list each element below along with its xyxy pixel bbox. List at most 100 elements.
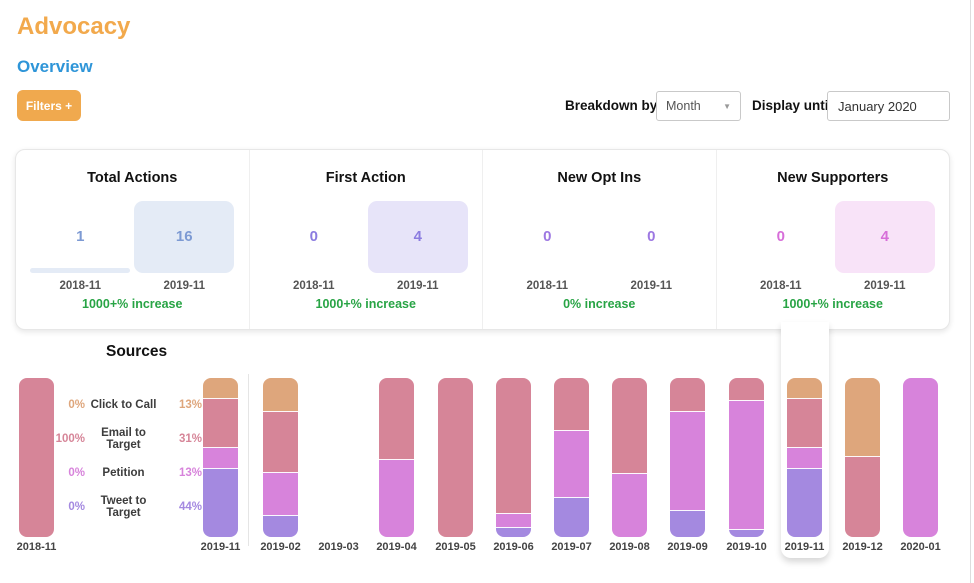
stat-mini-chart: 116 [16,201,249,273]
caret-down-icon: ▼ [723,102,731,111]
chart-section-divider [248,374,249,546]
stat-card-new-opt-ins: New Opt Ins002018-112019-110% increase [483,150,717,329]
bar-label-2018-11: 2018-11 [7,541,67,553]
bar-segment-tweet_to_target[interactable] [729,529,764,537]
stat-mini-chart: 04 [717,201,950,273]
bar-2019-11 [787,378,822,537]
sources-title: Sources [106,343,167,361]
bar-label-2020-01: 2020-01 [891,541,951,553]
stat-mini-chart: 04 [250,201,483,273]
stat-value-curr: 4 [368,201,468,273]
bar-segment-petition[interactable] [787,447,822,467]
bar-2019-09 [670,378,705,537]
bar-label-2019-09: 2019-09 [658,541,718,553]
bar-segment-tweet_to_target[interactable] [670,510,705,537]
bar-segment-petition[interactable] [670,411,705,510]
bar-segment-email_to_target[interactable] [496,378,531,513]
bar-2019-10 [729,378,764,537]
filters-button[interactable]: Filters + [17,90,81,121]
stat-value-prev: 0 [264,201,364,273]
bar-label-2019-06: 2019-06 [484,541,544,553]
legend-row-click-to-call: 0%Click to Call13% [40,388,202,422]
legend-row-tweet-to-target: 0%Tweet to Target44% [40,490,202,524]
bar-2019-02 [263,378,298,537]
legend-curr-pct: 13% [162,467,202,479]
legend-curr-pct: 44% [162,501,202,513]
sources-legend: 0%Click to Call13%100%Email to Target31%… [40,388,202,524]
breakdown-select-value: Month [666,99,701,113]
stat-mini-chart: 00 [483,201,716,273]
page-subtitle: Overview [17,57,93,77]
bar-segment-petition[interactable] [263,472,298,515]
stat-date-labels: 2018-11 2019-11 [16,280,249,292]
stat-date-label: 2018-11 [30,280,130,292]
bar-segment-tweet_to_target[interactable] [554,497,589,537]
bar-segment-email_to_target[interactable] [845,456,880,537]
stat-change-badge: 0% increase [483,297,716,311]
bar-segment-email_to_target[interactable] [19,378,54,537]
stat-card-first-action: First Action042018-112019-111000+% incre… [250,150,484,329]
bar-segment-email_to_target[interactable] [612,378,647,473]
bar-label-2019-04: 2019-04 [367,541,427,553]
legend-label: Petition [85,467,162,479]
bar-label-2019-05: 2019-05 [426,541,486,553]
bar-segment-email_to_target[interactable] [379,378,414,459]
stat-change-badge: 1000+% increase [250,297,483,311]
bar-segment-tweet_to_target[interactable] [203,468,238,537]
bar-segment-petition[interactable] [496,513,531,527]
bar-segment-petition[interactable] [903,378,938,537]
stat-title: First Action [250,170,483,186]
bar-label-2019-07: 2019-07 [542,541,602,553]
breakdown-select[interactable]: Month ▼ [656,91,741,121]
bar-segment-petition[interactable] [379,459,414,537]
bar-segment-click_to_call[interactable] [203,378,238,398]
bar-segment-petition[interactable] [554,430,589,497]
stat-column-curr: 4 [368,201,468,273]
bar-segment-click_to_call[interactable] [787,378,822,398]
bar-2019-11 [203,378,238,537]
bar-segment-click_to_call[interactable] [845,378,880,456]
bar-segment-email_to_target[interactable] [729,378,764,400]
bar-segment-email_to_target[interactable] [670,378,705,411]
bar-segment-tweet_to_target[interactable] [787,468,822,537]
stat-column-prev: 0 [264,201,364,273]
bar-2019-05 [438,378,473,537]
bar-segment-tweet_to_target[interactable] [263,515,298,537]
bar-segment-petition[interactable] [729,400,764,529]
bar-2018-11 [19,378,54,537]
bar-segment-email_to_target[interactable] [787,398,822,447]
bar-segment-email_to_target[interactable] [203,398,238,447]
display-until-input[interactable] [827,91,950,121]
legend-row-email-to-target: 100%Email to Target31% [40,422,202,456]
bar-segment-email_to_target[interactable] [438,378,473,537]
stat-title: New Supporters [717,170,950,186]
stat-change-badge: 1000+% increase [16,297,249,311]
stat-date-label: 2018-11 [264,280,364,292]
stat-column-curr: 16 [134,201,234,273]
stat-date-label: 2019-11 [134,280,234,292]
bar-2019-08 [612,378,647,537]
sources-stacked-bar-chart: 0%Click to Call13%100%Email to Target31%… [0,377,974,583]
bar-segment-email_to_target[interactable] [263,411,298,471]
bar-segment-email_to_target[interactable] [554,378,589,430]
stat-card-total-actions: Total Actions1162018-112019-111000+% inc… [16,150,250,329]
bar-label-2019-02: 2019-02 [251,541,311,553]
display-until-label: Display until [752,91,832,121]
bar-segment-tweet_to_target[interactable] [496,527,531,537]
stat-column-curr: 4 [835,201,935,273]
legend-curr-pct: 31% [162,433,202,445]
legend-label: Click to Call [85,399,162,411]
bar-segment-petition[interactable] [203,447,238,467]
stat-value-prev: 0 [497,201,597,273]
bar-label-2019-12: 2019-12 [833,541,893,553]
stat-date-labels: 2018-112019-11 [483,280,716,292]
stat-value-curr: 4 [835,201,935,273]
stat-date-label: 2018-11 [731,280,831,292]
bar-segment-petition[interactable] [612,473,647,537]
breakdown-by-label: Breakdown by [565,91,657,121]
stat-value-curr: 16 [134,201,234,273]
stat-value-prev: 0 [731,201,831,273]
bar-label-2019-03: 2019-03 [309,541,369,553]
bar-segment-click_to_call[interactable] [263,378,298,411]
bar-2019-06 [496,378,531,537]
